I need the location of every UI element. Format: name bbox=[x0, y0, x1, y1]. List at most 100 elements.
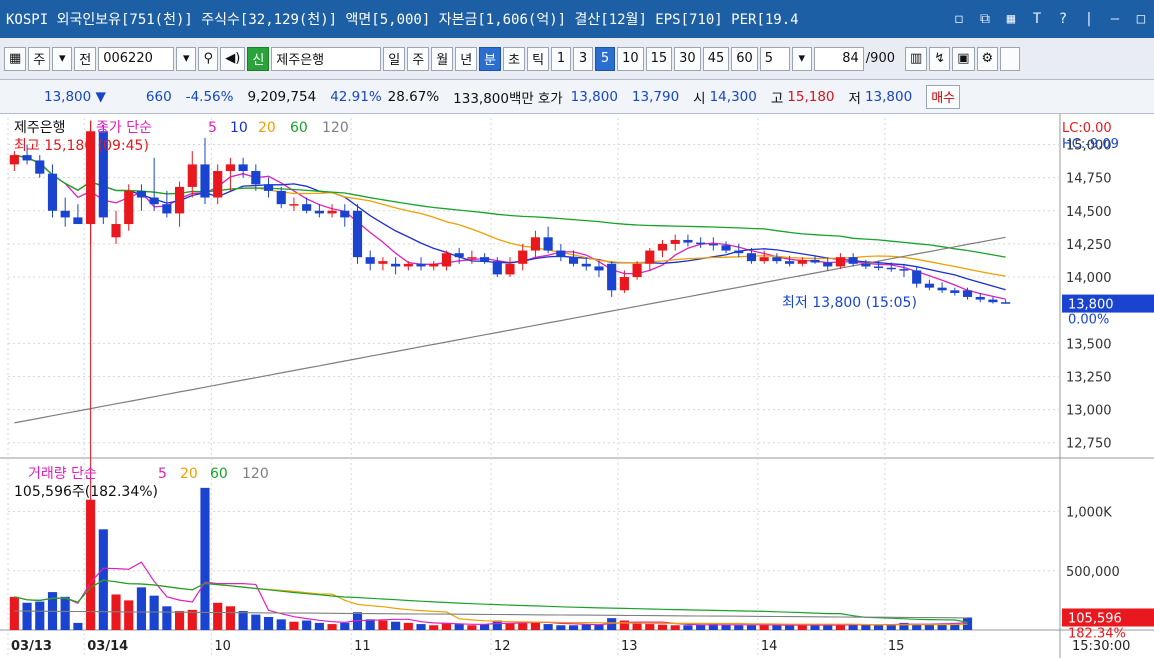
volume-bar bbox=[873, 625, 884, 630]
period-tick[interactable]: 틱 bbox=[527, 46, 550, 71]
volume-bar bbox=[759, 624, 769, 630]
mode-button-all[interactable]: 전 bbox=[74, 46, 97, 71]
time-tick-label: 11 bbox=[354, 639, 371, 654]
chart-window: KOSPI 외국인보유[751(천)] 주식수[32,129(천)] 액면[5,… bbox=[0, 0, 1154, 658]
interval-60[interactable]: 60 bbox=[731, 46, 758, 71]
code-dropdown-icon[interactable]: ▾ bbox=[176, 46, 197, 71]
candle-type-icon[interactable]: ▥ bbox=[905, 46, 928, 71]
volume-bar bbox=[746, 625, 757, 630]
open-price: 14,300 bbox=[709, 88, 757, 105]
candle-body bbox=[734, 250, 744, 254]
separator: | bbox=[1084, 11, 1094, 27]
volume-bar bbox=[568, 625, 579, 630]
volume-bar bbox=[263, 616, 274, 630]
high-annotation: 최고 15,180 (09:45) bbox=[14, 138, 149, 154]
candle-body bbox=[492, 261, 502, 275]
candle-body bbox=[136, 190, 147, 198]
candle-body bbox=[213, 171, 223, 198]
period-second[interactable]: 초 bbox=[503, 46, 526, 71]
price-tick-label: 14,250 bbox=[1066, 238, 1112, 253]
high-label: 고 bbox=[770, 90, 784, 107]
price-legend-ma: 60 bbox=[290, 120, 308, 136]
interval-15[interactable]: 15 bbox=[645, 46, 673, 71]
quote-label: 호가 bbox=[537, 90, 563, 107]
search-icon[interactable]: ⚲ bbox=[198, 46, 219, 71]
buy-button[interactable]: 매수 bbox=[926, 84, 961, 109]
price-tick-label: 12,750 bbox=[1066, 437, 1112, 452]
title-bar: KOSPI 외국인보유[751(천)] 주식수[32,129(천)] 액면[5,… bbox=[0, 0, 1154, 38]
volume-bar bbox=[543, 624, 553, 630]
stock-code-input[interactable]: 006220 bbox=[98, 46, 175, 71]
gear-icon[interactable]: ⚙ bbox=[976, 46, 999, 71]
candle-body bbox=[289, 204, 299, 206]
period-year[interactable]: 년 bbox=[455, 46, 478, 71]
candle-body bbox=[568, 257, 579, 264]
mode-button-main[interactable]: 주 bbox=[28, 46, 51, 71]
volume-bar bbox=[403, 622, 413, 630]
interval-1[interactable]: 1 bbox=[551, 46, 572, 71]
help-icon[interactable]: ? bbox=[1050, 11, 1076, 27]
bid-price: 13,790 bbox=[631, 88, 680, 105]
lc-label: LC:0.00 bbox=[1062, 121, 1112, 136]
candle-body bbox=[619, 277, 629, 291]
interval-30[interactable]: 30 bbox=[674, 46, 701, 71]
candle-body bbox=[378, 261, 388, 264]
save-icon[interactable]: ▣ bbox=[952, 46, 975, 71]
candle-body bbox=[365, 257, 375, 264]
checkbox[interactable] bbox=[1000, 46, 1021, 71]
time-tick-label: 12 bbox=[494, 639, 511, 654]
mode-dropdown[interactable]: ▾ bbox=[52, 46, 73, 71]
candle-body bbox=[721, 245, 731, 251]
interval-input[interactable]: 5 bbox=[759, 46, 790, 71]
price-tick-label: 14,000 bbox=[1066, 271, 1112, 286]
indicator-icon[interactable]: ↯ bbox=[929, 46, 951, 71]
count-input[interactable]: 84 bbox=[813, 46, 864, 71]
volume-legend-ma: 120 bbox=[242, 466, 269, 482]
volume-bar bbox=[200, 487, 210, 630]
candle-body bbox=[162, 204, 172, 214]
period-day[interactable]: 일 bbox=[383, 46, 406, 71]
speaker-icon[interactable]: ◀) bbox=[220, 46, 246, 71]
minimize-icon[interactable]: — bbox=[1102, 11, 1128, 27]
price-legend-title: 제주은행 bbox=[14, 120, 66, 136]
maximize-icon[interactable]: □ bbox=[1128, 11, 1154, 27]
candle-body bbox=[810, 259, 820, 263]
menu-icon[interactable]: ▦ bbox=[4, 46, 27, 71]
price-legend-label: 종가 단순 bbox=[96, 120, 152, 136]
chart-background bbox=[0, 114, 1154, 658]
candle-body bbox=[187, 164, 197, 187]
font-icon[interactable]: T bbox=[1024, 11, 1050, 27]
candle-body bbox=[467, 257, 477, 259]
candle-body bbox=[518, 250, 528, 264]
interval-10[interactable]: 10 bbox=[617, 46, 644, 71]
restore-icon[interactable]: ◻ bbox=[946, 11, 972, 27]
volume-bar bbox=[149, 595, 159, 630]
candle-body bbox=[670, 239, 680, 244]
interval-dropdown-icon[interactable]: ▾ bbox=[791, 46, 812, 71]
time-tick-label: 03/14 bbox=[87, 639, 128, 654]
new-listing-badge[interactable]: 신 bbox=[247, 46, 270, 71]
candle-body bbox=[543, 237, 553, 251]
period-minute[interactable]: 분 bbox=[479, 46, 502, 71]
pin-icon[interactable]: ▦ bbox=[998, 11, 1024, 27]
period-week[interactable]: 주 bbox=[407, 46, 430, 71]
volume-bar bbox=[823, 625, 833, 630]
volume-bar bbox=[238, 611, 248, 630]
link-window-icon[interactable]: ⧉ bbox=[972, 11, 998, 27]
candle-body bbox=[785, 261, 795, 264]
candle-body bbox=[835, 257, 846, 267]
trade-volume: 9,209,754 bbox=[247, 88, 317, 105]
volume-legend-ma: 5 bbox=[158, 466, 167, 482]
interval-5[interactable]: 5 bbox=[595, 46, 616, 71]
interval-45[interactable]: 45 bbox=[702, 46, 730, 71]
volume-bar bbox=[480, 624, 490, 630]
chart-svg[interactable]: 15,00014,75014,50014,25014,00013,50013,2… bbox=[0, 114, 1154, 658]
candle-body bbox=[251, 171, 261, 185]
candle-body bbox=[60, 210, 70, 218]
period-month[interactable]: 월 bbox=[431, 46, 454, 71]
candle-body bbox=[899, 269, 909, 271]
volume-bar bbox=[467, 625, 477, 630]
volume-bar bbox=[136, 587, 147, 630]
candle-body bbox=[912, 270, 922, 284]
interval-3[interactable]: 3 bbox=[573, 46, 594, 71]
